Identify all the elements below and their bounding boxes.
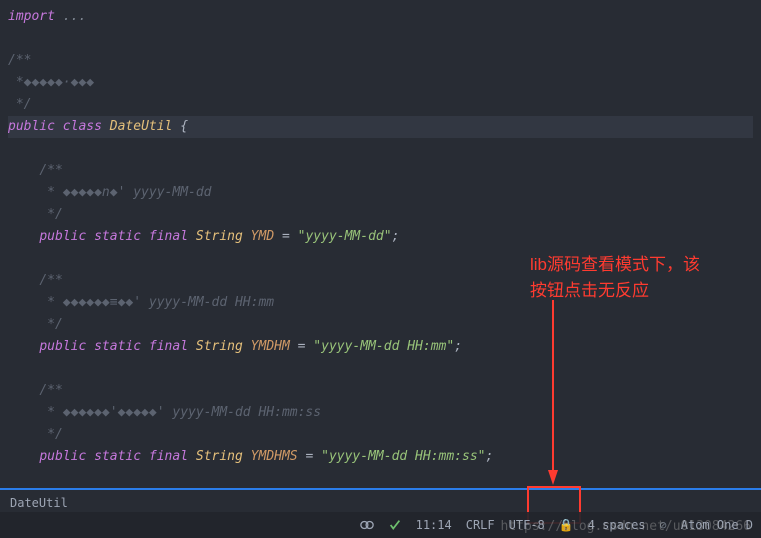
check-icon[interactable] <box>388 518 402 532</box>
doc-comment-open: /** <box>8 50 753 72</box>
doc-comment-close: */ <box>8 94 753 116</box>
import-ellipsis: ... <box>55 9 86 24</box>
doc-comment-body: * ◆◆◆◆◆n◆' yyyy-MM-dd <box>39 185 211 200</box>
doc-comment-close: */ <box>39 317 62 332</box>
doc-comment-body: * ◆◆◆◆◆◆'◆◆◆◆◆' yyyy-MM-dd HH:mm:ss <box>39 405 321 420</box>
annotation-arrow <box>548 300 568 490</box>
doc-comment-open: /** <box>39 383 62 398</box>
doc-comment-close: */ <box>39 427 62 442</box>
doc-comment-body: * ◆◆◆◆◆◆≡◆◆' yyyy-MM-dd HH:mm <box>39 295 274 310</box>
class-declaration-line: public class DateUtil { <box>8 116 753 138</box>
doc-comment-open: /** <box>39 273 62 288</box>
code-editor[interactable]: import ... /** *◆◆◆◆◆·◆◆◆ */ public clas… <box>0 0 761 474</box>
doc-comment-body: *◆◆◆◆◆·◆◆◆ <box>8 72 753 94</box>
keyword-import: import <box>8 9 55 24</box>
sync-icon[interactable] <box>360 518 374 532</box>
status-line-ending[interactable]: CRLF <box>466 518 495 532</box>
watermark-text: https://blog.csdn.net/u013084266 <box>501 519 751 534</box>
annotation-label: lib源码查看模式下，该 按钮点击无反应 <box>530 252 700 304</box>
doc-comment-open: /** <box>39 163 62 178</box>
status-time[interactable]: 11:14 <box>416 518 452 532</box>
doc-comment-close: */ <box>39 207 62 222</box>
